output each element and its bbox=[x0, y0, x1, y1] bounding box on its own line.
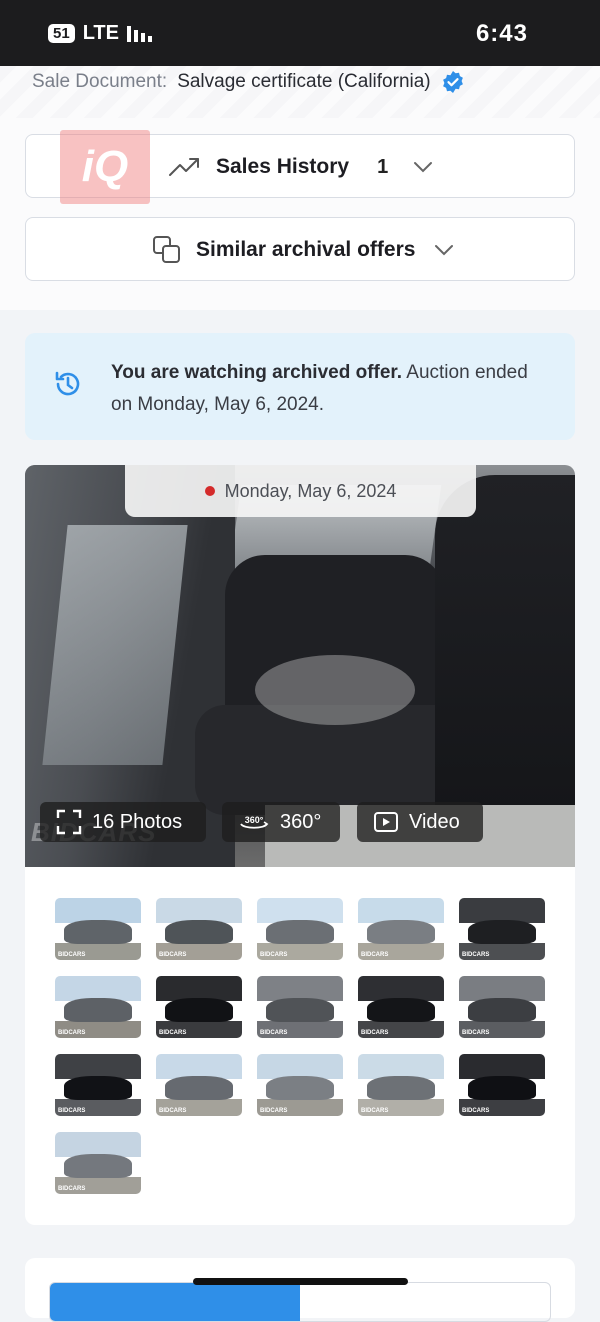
home-indicator[interactable] bbox=[193, 1278, 408, 1285]
thumbnail-16[interactable]: BIDCARS bbox=[55, 1132, 141, 1194]
photo-gallery-card: BIDCARS Monday, May 6, 2024 16 Photos 36… bbox=[25, 465, 575, 1225]
view-360-button[interactable]: 360° 360° bbox=[222, 802, 340, 842]
rotate-360-icon: 360° bbox=[240, 815, 269, 829]
thumb-subject bbox=[164, 997, 234, 1023]
thumb-subject bbox=[164, 1075, 234, 1101]
thumb-subject bbox=[467, 997, 537, 1023]
video-button[interactable]: Video bbox=[357, 802, 483, 842]
thumb-subject bbox=[63, 1153, 133, 1179]
red-dot-icon bbox=[204, 486, 215, 496]
thumbnail-watermark: BIDCARS bbox=[58, 1030, 86, 1036]
network-type: LTE bbox=[82, 22, 119, 44]
thumbnail-9[interactable]: BIDCARS bbox=[358, 976, 444, 1038]
fullscreen-icon bbox=[56, 809, 82, 835]
thumbnail-2[interactable]: BIDCARS bbox=[156, 898, 242, 960]
main-photo[interactable]: BIDCARS Monday, May 6, 2024 16 Photos 36… bbox=[25, 465, 575, 867]
trending-up-icon bbox=[169, 158, 199, 176]
chevron-down-icon bbox=[435, 245, 454, 256]
history-icon bbox=[55, 371, 80, 396]
thumb-subject bbox=[63, 1075, 133, 1101]
thumbnail-15[interactable]: BIDCARS bbox=[459, 1054, 545, 1116]
sales-history-label: Sales History bbox=[216, 155, 350, 178]
sales-history-content: Sales History 1 bbox=[168, 135, 434, 199]
thumbnail-12[interactable]: BIDCARS bbox=[156, 1054, 242, 1116]
chevron-down-icon bbox=[414, 162, 433, 173]
thumbnail-watermark: BIDCARS bbox=[58, 1186, 86, 1192]
thumb-subject bbox=[265, 997, 335, 1023]
thumbnail-4[interactable]: BIDCARS bbox=[358, 898, 444, 960]
sales-history-count: 1 bbox=[377, 155, 389, 178]
status-bar: 51 LTE 6:43 bbox=[0, 0, 600, 66]
svg-text:360°: 360° bbox=[245, 815, 264, 825]
archived-offer-notice: You are watching archived offer. Auction… bbox=[25, 333, 575, 440]
play-video-icon bbox=[374, 812, 398, 832]
auction-date: Monday, May 6, 2024 bbox=[224, 480, 397, 501]
thumbnail-watermark: BIDCARS bbox=[260, 952, 288, 958]
similar-offers-label: Similar archival offers bbox=[196, 238, 416, 261]
thumbnail-13[interactable]: BIDCARS bbox=[257, 1054, 343, 1116]
sale-document-row: Sale Document: Salvage certificate (Cali… bbox=[32, 70, 465, 94]
thumbnail-5[interactable]: BIDCARS bbox=[459, 898, 545, 960]
thumb-subject bbox=[366, 919, 436, 945]
thumbnail-watermark: BIDCARS bbox=[462, 1030, 490, 1036]
thumbnail-watermark: BIDCARS bbox=[58, 952, 86, 958]
archived-notice-text: You are watching archived offer. Auction… bbox=[111, 357, 551, 421]
photos-count-label: 16 Photos bbox=[92, 810, 183, 833]
progress-track bbox=[49, 1282, 551, 1322]
thumb-subject bbox=[265, 1075, 335, 1101]
photo-sunlight bbox=[255, 655, 415, 725]
video-label: Video bbox=[409, 810, 460, 833]
status-left: 51 LTE bbox=[48, 22, 152, 45]
thumbnail-watermark: BIDCARS bbox=[361, 952, 389, 958]
thumbnail-watermark: BIDCARS bbox=[361, 1108, 389, 1114]
thumbnail-8[interactable]: BIDCARS bbox=[257, 976, 343, 1038]
archived-notice-bold: You are watching archived offer. bbox=[111, 362, 403, 383]
thumbnail-watermark: BIDCARS bbox=[260, 1030, 288, 1036]
verified-badge-icon bbox=[442, 71, 463, 93]
thumbnail-11[interactable]: BIDCARS bbox=[55, 1054, 141, 1116]
sale-document-label: Sale Document: bbox=[32, 71, 168, 92]
thumb-subject bbox=[467, 919, 537, 945]
thumbnail-watermark: BIDCARS bbox=[462, 952, 490, 958]
thumbnail-watermark: BIDCARS bbox=[260, 1108, 288, 1114]
thumb-subject bbox=[366, 997, 436, 1023]
signal-bars-icon bbox=[126, 25, 152, 42]
thumbnail-14[interactable]: BIDCARS bbox=[358, 1054, 444, 1116]
thumbnail-watermark: BIDCARS bbox=[159, 952, 187, 958]
similar-offers-button[interactable]: Similar archival offers bbox=[25, 217, 575, 281]
thumbnail-7[interactable]: BIDCARS bbox=[156, 976, 242, 1038]
photo-door-glass bbox=[42, 525, 188, 765]
clock: 6:43 bbox=[475, 20, 528, 47]
photos-button[interactable]: 16 Photos bbox=[40, 802, 206, 842]
thumbnail-10[interactable]: BIDCARS bbox=[459, 976, 545, 1038]
thumb-subject bbox=[265, 919, 335, 945]
thumb-subject bbox=[164, 919, 234, 945]
thumbnail-watermark: BIDCARS bbox=[58, 1108, 86, 1114]
signal-badge: 51 bbox=[48, 24, 75, 43]
thumb-subject bbox=[63, 997, 133, 1023]
progress-fill bbox=[50, 1283, 300, 1321]
thumbnail-watermark: BIDCARS bbox=[159, 1108, 187, 1114]
thumbnail-6[interactable]: BIDCARS bbox=[55, 976, 141, 1038]
thumbnail-watermark: BIDCARS bbox=[159, 1030, 187, 1036]
thumbnail-watermark: BIDCARS bbox=[361, 1030, 389, 1036]
thumbnail-3[interactable]: BIDCARS bbox=[257, 898, 343, 960]
view-360-label: 360° bbox=[280, 810, 322, 833]
thumb-subject bbox=[63, 919, 133, 945]
thumb-subject bbox=[467, 1075, 537, 1101]
thumbnail-watermark: BIDCARS bbox=[462, 1108, 490, 1114]
similar-offers-content: Similar archival offers bbox=[152, 218, 455, 282]
copy-icon bbox=[153, 236, 180, 263]
thumbnail-1[interactable]: BIDCARS bbox=[55, 898, 141, 960]
iq-logo-watermark: iQ bbox=[60, 130, 150, 204]
thumb-subject bbox=[366, 1075, 436, 1101]
bottom-card bbox=[25, 1258, 575, 1322]
sale-document-value: Salvage certificate (California) bbox=[177, 71, 431, 92]
auction-date-pill: Monday, May 6, 2024 bbox=[125, 465, 476, 517]
